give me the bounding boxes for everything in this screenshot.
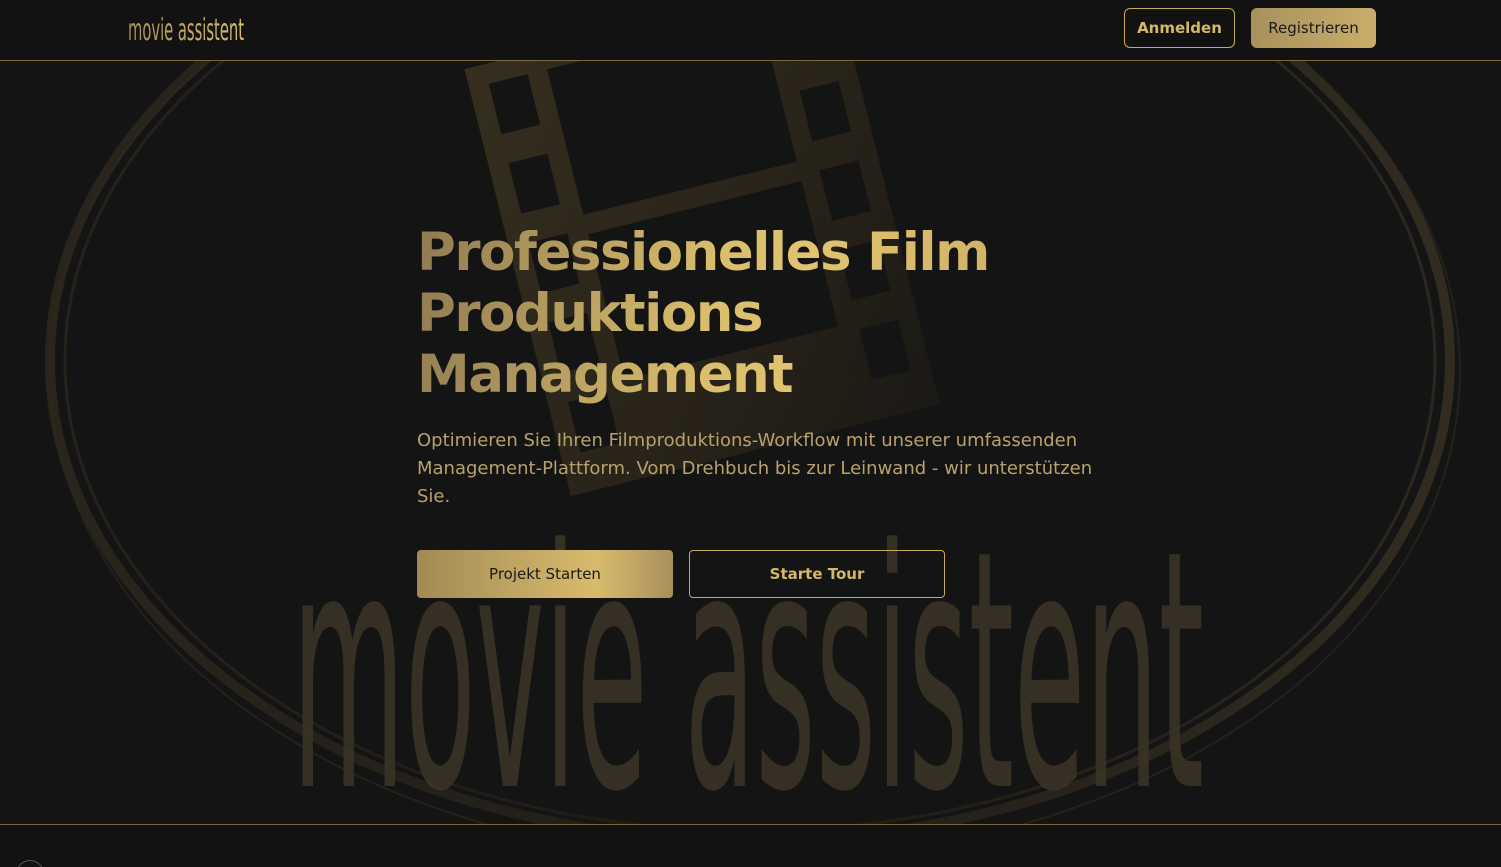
brand-logo[interactable]: movie assistent [128,9,248,49]
hero-title-line-3: Management [417,344,793,405]
login-button[interactable]: Anmelden [1124,8,1235,48]
start-tour-button[interactable]: Starte Tour [689,550,945,598]
top-navbar: movie assistent Anmelden Registrieren [0,0,1501,61]
start-project-button[interactable]: Projekt Starten [417,550,673,598]
register-button[interactable]: Registrieren [1251,8,1376,48]
hero-subtitle: Optimieren Sie Ihren Filmproduktions-Wor… [417,430,1093,507]
logo-text: movie assistent [128,13,244,48]
hero-title: Professionelles Film Produktions Managem… [417,222,1057,405]
next-section [0,825,1501,867]
hero-watermark: movie assistent [292,480,1204,824]
hero-section: movie assistent Professionelles Film Pro… [0,61,1501,824]
hero-title-line-2: Produktions [417,283,763,344]
hero-title-line-1: Professionelles Film [417,222,989,283]
